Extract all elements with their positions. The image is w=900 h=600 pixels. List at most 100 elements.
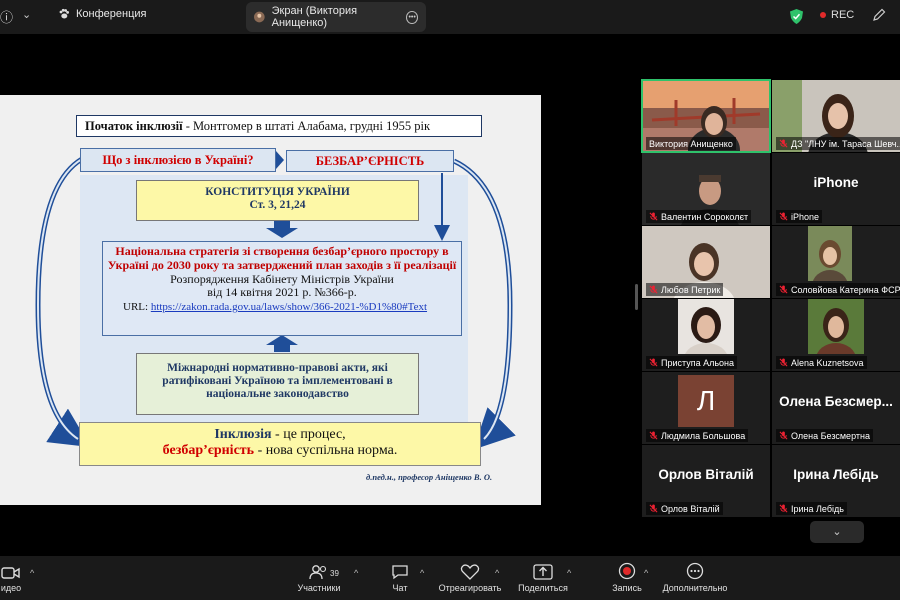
mic-off-icon <box>779 285 788 294</box>
participant-name-text: Любов Петрик <box>661 284 721 295</box>
what-inclusion-box: Що з інклюзією в Україні? <box>80 148 276 172</box>
participant-name: Виктория Анищенко <box>646 137 736 150</box>
heart-icon <box>460 564 480 580</box>
participants-label: Участники <box>297 583 341 593</box>
react-options-caret-icon[interactable]: ^ <box>495 568 499 578</box>
participant-name-text: Олена Безсмертна <box>791 430 870 441</box>
mic-off-icon <box>649 504 658 513</box>
participant-name-text: Валентин Сороколєт <box>661 211 749 222</box>
participant-name-text: Приступа Альона <box>661 357 735 368</box>
react-button[interactable]: Отреагировать <box>437 556 503 600</box>
participant-tile[interactable]: Валентин Сороколєт <box>642 153 770 225</box>
shared-screen-tab[interactable]: Экран (Виктория Анищенко) ••• <box>246 2 426 32</box>
video-options-caret-icon[interactable]: ^ <box>30 568 34 578</box>
participant-tile[interactable]: Alena Kuznetsova <box>772 299 900 371</box>
share-button[interactable]: Поделиться <box>516 556 570 600</box>
sharer-avatar-icon <box>254 11 265 23</box>
mic-off-icon <box>779 212 788 221</box>
participant-initial-avatar: Л <box>678 375 734 427</box>
participants-options-caret-icon[interactable]: ^ <box>354 568 358 578</box>
participant-name-text: Соловйова Катерина ФСР <box>791 284 900 295</box>
gallery-scroll-down-button[interactable]: ⌄ <box>810 521 864 543</box>
participant-tile[interactable]: Ірина Лебідь Ірина Лебідь <box>772 445 900 517</box>
share-label: Поделиться <box>518 583 568 593</box>
participant-name: iPhone <box>776 210 823 223</box>
participant-display-name: Ірина Лебідь <box>793 467 879 482</box>
more-label: Дополнительно <box>662 583 728 593</box>
recording-indicator[interactable]: REC <box>820 9 854 21</box>
participant-photo <box>808 299 864 354</box>
participant-tile[interactable]: Виктория Анищенко <box>641 79 771 153</box>
mic-off-icon <box>779 431 788 440</box>
participant-display-name: Олена Безсмер... <box>779 394 893 409</box>
chat-button[interactable]: Чат <box>386 556 414 600</box>
participants-count: 39 <box>330 569 339 578</box>
video-camera-icon <box>1 567 20 579</box>
record-dot-icon <box>820 12 826 18</box>
participants-button[interactable]: Участники <box>294 556 344 600</box>
participant-name: Приступа Альона <box>646 356 738 369</box>
participant-name: Людмила Большова <box>646 429 749 442</box>
record-button[interactable]: Запись <box>610 556 644 600</box>
participant-tile[interactable]: Орлов Віталій Орлов Віталій <box>642 445 770 517</box>
participant-name-text: Ірина Лебідь <box>791 503 844 514</box>
national-strategy-box: Національна стратегія зі створення безба… <box>102 241 462 336</box>
video-button[interactable]: идео <box>0 556 22 600</box>
participant-tile[interactable]: Олена Безсмер... Олена Безсмертна <box>772 372 900 444</box>
url-label: URL: <box>123 301 151 314</box>
panel-resize-handle[interactable] <box>635 284 638 310</box>
meeting-toolbar: идео ^ Участники 39 ^ Чат ^ Отреагироват… <box>0 556 900 600</box>
mic-off-icon <box>779 504 788 513</box>
participant-name: ДЗ "ЛНУ ім. Тараса Шевч... <box>776 137 900 150</box>
encryption-shield-icon[interactable] <box>790 9 803 24</box>
participant-tile[interactable]: ДЗ "ЛНУ ім. Тараса Шевч... <box>772 80 900 152</box>
shared-screen-label: Экран (Виктория Анищенко) <box>271 5 358 29</box>
participant-name: Валентин Сороколєт <box>646 210 752 223</box>
strategy-title: Національна стратегія зі створення безба… <box>107 244 457 272</box>
participant-tile[interactable]: Приступа Альона <box>642 299 770 371</box>
participant-name-text: Орлов Віталій <box>661 503 720 514</box>
chat-bubble-icon <box>392 565 408 580</box>
participant-tile[interactable]: Соловйова Катерина ФСР <box>772 226 900 298</box>
inclusion-start-title: Початок інклюзії <box>85 119 183 133</box>
mic-off-icon <box>649 358 658 367</box>
share-screen-icon <box>533 564 553 580</box>
participant-name: Ірина Лебідь <box>776 502 847 515</box>
meeting-name-button[interactable]: Конференция <box>58 8 146 20</box>
mic-off-icon <box>779 358 788 367</box>
participant-display-name: iPhone <box>813 175 859 190</box>
left-curved-arrow <box>35 156 91 448</box>
mic-off-icon <box>649 285 658 294</box>
participant-display-name: Орлов Віталій <box>658 467 754 482</box>
barrier-free-box: БЕЗБАР’ЄРНІСТЬ <box>286 150 454 172</box>
strategy-url-link[interactable]: https://zakon.rada.gov.ua/laws/show/366-… <box>151 301 427 313</box>
record-label: Запись <box>612 583 642 593</box>
share-options-caret-icon[interactable]: ^ <box>567 568 571 578</box>
participant-name-text: Людмила Большова <box>661 430 746 441</box>
meeting-info-chevron-icon[interactable]: ⌄ <box>22 8 31 21</box>
inclusion-definition-box: Інклюзія - це процес, безбар’єрність - н… <box>79 422 481 466</box>
recording-label: REC <box>831 9 855 21</box>
barrier-free-rest: - нова суспільна норма. <box>254 443 398 459</box>
strategy-date: від 14 квітня 2021 р. №366-р. <box>207 285 357 300</box>
chat-options-caret-icon[interactable]: ^ <box>420 568 424 578</box>
participant-photo <box>678 299 734 354</box>
what-to-bez-arrow <box>276 151 284 169</box>
participant-name: Орлов Віталій <box>646 502 723 515</box>
slide-author: д.пед.н., професор Аніщенко В. О. <box>366 472 493 482</box>
inclusion-start-text: - Монтгомер в штаті Алабама, грудні 1955… <box>182 119 431 133</box>
participant-tile[interactable]: iPhone iPhone <box>772 153 900 225</box>
constitution-articles: Ст. 3, 21,24 <box>249 199 306 212</box>
meeting-info-icon[interactable]: ⓘ <box>0 8 14 25</box>
record-options-caret-icon[interactable]: ^ <box>644 568 648 578</box>
meeting-name: Конференция <box>76 8 147 20</box>
participant-name-text: Alena Kuznetsova <box>791 357 864 368</box>
mic-off-icon <box>779 139 788 148</box>
participant-tile[interactable]: Л Людмила Большова <box>642 372 770 444</box>
barrier-free-word: безбар’єрність <box>162 443 255 459</box>
participant-tile[interactable]: Любов Петрик <box>642 226 770 298</box>
const-down-arrow <box>266 221 298 238</box>
annotate-pen-icon[interactable] <box>872 8 886 22</box>
more-button[interactable]: Дополнительно <box>662 556 728 600</box>
screen-options-icon[interactable]: ••• <box>406 10 418 24</box>
